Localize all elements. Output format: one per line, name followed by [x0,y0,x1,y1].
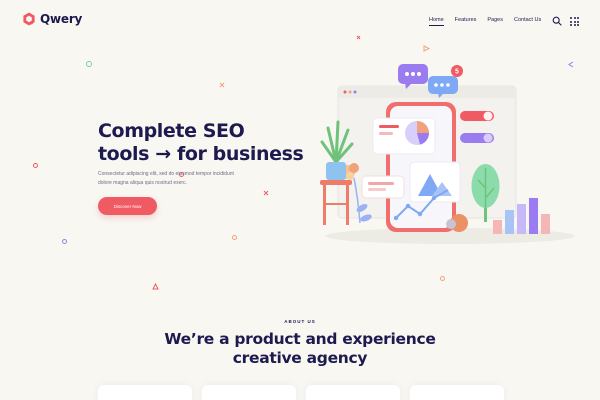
text-card-icon [361,175,405,199]
decor-cross-pink [356,35,361,40]
hero-title: Complete SEO tools → for business [98,120,328,166]
stool-icon [320,180,352,225]
logo[interactable]: Qwery [22,12,82,26]
feature-card[interactable] [202,385,296,400]
chat-bubble-icon [398,64,428,89]
about-eyebrow: ABOUT US [284,319,316,324]
feature-card[interactable] [98,385,192,400]
about-title-line: creative agency [232,349,368,367]
nav-item-home[interactable]: Home [429,17,444,26]
hero-title-line: Complete SEO [98,120,245,142]
logo-icon [23,12,35,26]
hero-description-line: Consectetur adipiscing elit, sed do eius… [98,171,234,177]
pie-chart-card-icon [372,117,436,155]
hero-description: Consectetur adipiscing elit, sed do eius… [98,170,298,188]
decor-cross-pink [263,190,269,196]
nav-item-contact[interactable]: Contact Us [514,17,541,23]
image-card-icon [409,161,461,203]
logo-text: Qwery [40,12,83,26]
notification-badge: 5 [451,65,463,77]
feature-card[interactable] [306,385,400,400]
toggle-switch-icon [460,111,494,121]
nav-item-features[interactable]: Features [455,17,477,23]
page: Qwery Home Features Pages Contact Us Com… [0,0,600,400]
search-icon[interactable] [552,16,562,26]
notification-count: 5 [455,69,459,76]
feature-cards [98,385,504,400]
grid-menu-icon[interactable] [570,17,579,26]
seo-illustration: 5 [320,64,575,244]
decor-cross-orange [219,82,225,88]
decor-circle-pink [33,163,38,168]
decor-circle-green [86,61,92,67]
decor-triangle-pink [152,283,159,290]
about-title: We’re a product and experience creative … [0,330,600,368]
hero-title-line: tools → for business [98,143,304,165]
nav-item-pages[interactable]: Pages [487,17,503,23]
about-title-line: We’re a product and experience [164,330,436,348]
hero-description-line: dolore magna aliqua quis nostrud exerc. [98,180,187,186]
decor-circle-orange [440,276,445,281]
decor-circle-orange [232,235,237,240]
decor-triangle-orange [423,45,430,52]
discover-now-button[interactable]: Discover Now [98,197,157,215]
feature-card[interactable] [410,385,504,400]
main-nav: Home Features Pages Contact Us [429,17,541,26]
site-header: Qwery Home Features Pages Contact Us [0,0,600,44]
decor-circle-blue [62,239,67,244]
ball-icon [446,219,456,229]
toggle-switch-icon [460,133,494,143]
